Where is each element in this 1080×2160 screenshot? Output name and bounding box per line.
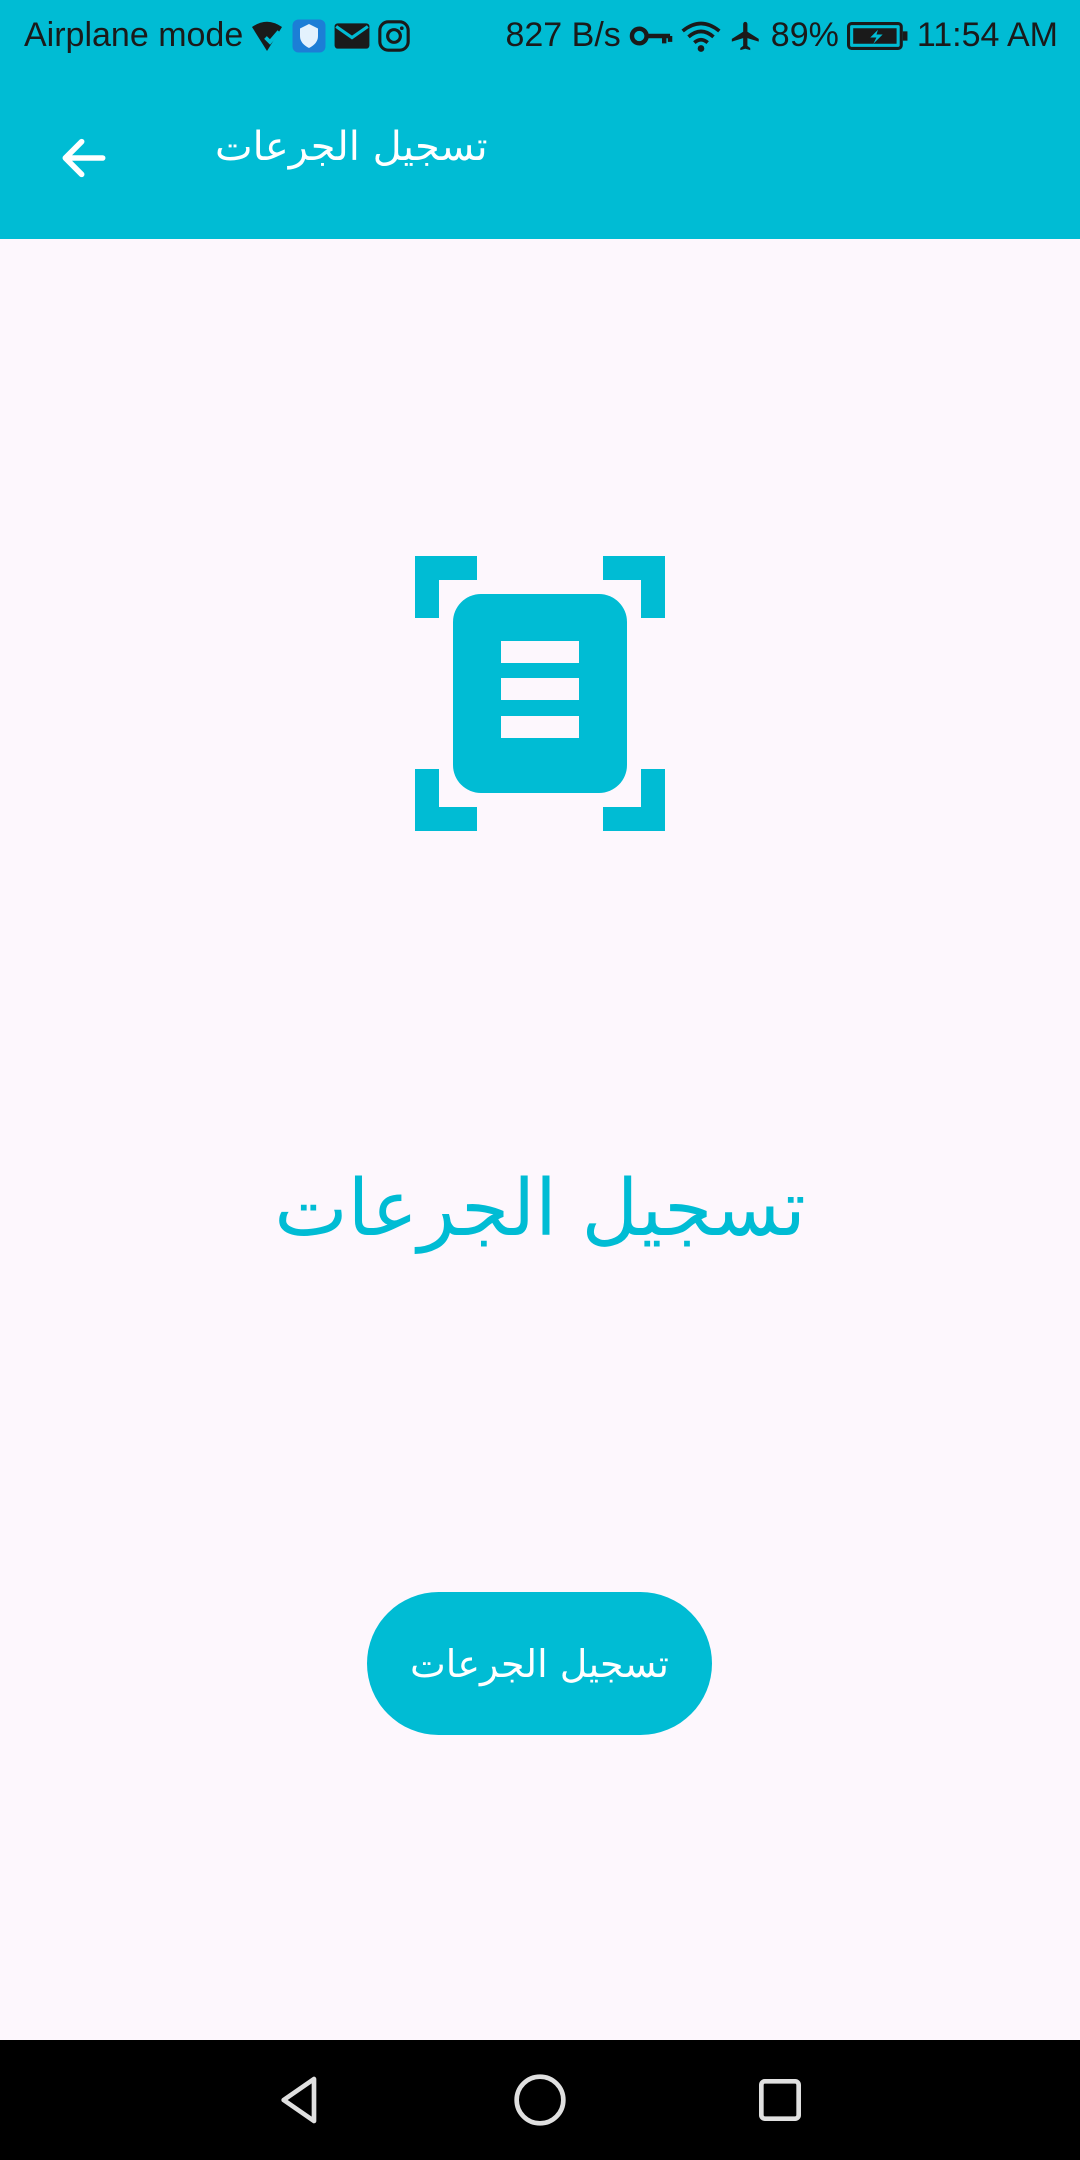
nav-recents-button[interactable] <box>738 2058 822 2142</box>
mail-icon <box>333 20 371 52</box>
home-circle-icon <box>514 2074 566 2126</box>
recents-square-icon <box>759 2079 801 2121</box>
document-scan-icon <box>415 556 665 831</box>
key-icon <box>629 21 673 51</box>
status-bar: Airplane mode 827 B/s 89% 11:54 AM <box>0 0 1080 76</box>
wifi-icon <box>681 19 721 53</box>
back-button[interactable] <box>42 116 126 200</box>
network-speed: 827 B/s <box>505 16 621 54</box>
no-wifi-check-icon <box>249 18 285 54</box>
instagram-icon <box>377 19 411 53</box>
airplane-icon <box>729 19 763 53</box>
record-doses-button[interactable]: تسجيل الجرعات <box>367 1592 712 1735</box>
main-content: تسجيل الجرعات تسجيل الجرعات <box>0 239 1080 2040</box>
vpn-shield-icon <box>291 18 327 54</box>
nav-home-button[interactable] <box>498 2058 582 2142</box>
status-bar-right: 827 B/s 89% 11:54 AM <box>505 16 1058 55</box>
app-bar: تسجيل الجرعات <box>0 76 1080 239</box>
arrow-left-icon <box>62 138 106 178</box>
system-nav-bar <box>0 2040 1080 2160</box>
airplane-mode-label: Airplane mode <box>24 16 244 54</box>
nav-back-button[interactable] <box>258 2058 342 2142</box>
battery-percent: 89% <box>770 16 839 54</box>
main-heading: تسجيل الجرعات <box>274 1164 806 1254</box>
status-bar-left: Airplane mode <box>24 16 411 55</box>
clock: 11:54 AM <box>916 16 1058 54</box>
back-triangle-icon <box>281 2076 317 2124</box>
battery-icon <box>846 20 909 52</box>
page-title: تسجيل الجرعات <box>215 124 488 170</box>
